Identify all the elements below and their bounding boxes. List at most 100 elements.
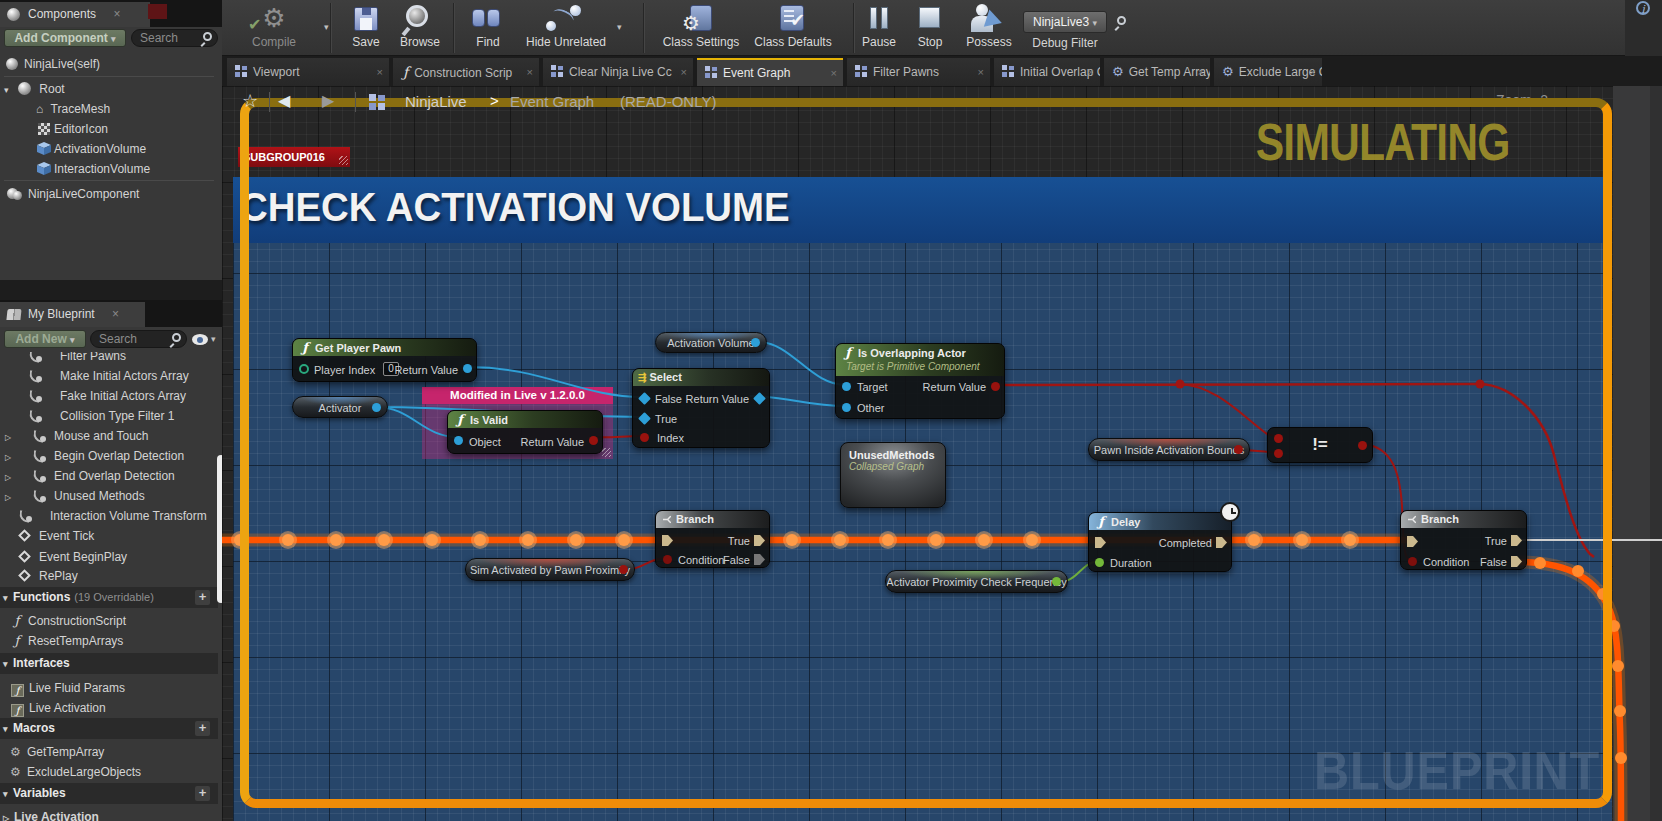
readonly-label: (READ-ONLY): [620, 93, 716, 110]
viewport-icon: [235, 65, 247, 77]
close-icon[interactable]: ×: [527, 58, 533, 86]
chevron-down-icon[interactable]: ▾: [211, 334, 216, 344]
close-icon[interactable]: ×: [1198, 58, 1204, 86]
expand-icon[interactable]: ▷: [5, 428, 14, 446]
tree-item-ninjalivecomponent[interactable]: NinjaLiveComponent: [0, 184, 218, 204]
add-function-button[interactable]: +: [195, 590, 210, 605]
function-icon: ƒ: [10, 631, 24, 651]
close-icon[interactable]: ×: [831, 60, 837, 86]
tab-initial-overlap[interactable]: Initial Overlap Che×: [994, 58, 1100, 86]
close-icon[interactable]: ×: [681, 58, 687, 86]
save-button[interactable]: Save: [344, 3, 388, 49]
hide-unrelated-options-icon[interactable]: ▾: [617, 22, 622, 32]
class-defaults-button[interactable]: ✔ Class Defaults: [750, 3, 836, 49]
section-variables[interactable]: ▾Variables+: [0, 783, 218, 804]
tree-item-root[interactable]: ▾ Root: [0, 79, 218, 99]
visibility-eye-icon[interactable]: [192, 334, 208, 345]
tab-construction-script[interactable]: ƒConstruction Scrip×: [393, 58, 539, 86]
list-item[interactable]: ▷Mouse and Touch: [0, 426, 218, 446]
tree-item-self[interactable]: NinjaLive(self): [0, 54, 218, 74]
pause-button[interactable]: Pause: [850, 3, 908, 49]
section-functions[interactable]: ▾Functions(19 Overridable)+: [0, 587, 218, 608]
add-macro-button[interactable]: +: [195, 721, 210, 736]
browse-button[interactable]: Browse: [394, 3, 446, 49]
forward-arrow-icon[interactable]: ▶: [322, 91, 334, 110]
tab-get-temp-array[interactable]: ⚙Get Temp Array×: [1104, 58, 1210, 86]
components-search-input[interactable]: Search: [131, 29, 218, 47]
list-item[interactable]: RePlay: [0, 566, 218, 586]
possess-button[interactable]: Possess: [958, 3, 1020, 49]
red-indicator: [148, 4, 167, 19]
expand-icon[interactable]: ▷: [5, 468, 14, 486]
info-search-icon[interactable]: i: [1636, 1, 1650, 15]
myblueprint-tab-row: My Blueprint ×: [0, 300, 222, 327]
debug-object-dropdown[interactable]: NinjaLive3 ▾: [1023, 11, 1107, 33]
stop-button[interactable]: Stop: [906, 3, 954, 49]
search-icon: [172, 333, 181, 342]
event-icon: [18, 550, 31, 563]
expand-icon[interactable]: ▷: [3, 809, 12, 821]
list-item[interactable]: ▷Unused Methods: [0, 486, 218, 506]
list-item[interactable]: ƒResetTempArrays: [0, 631, 218, 651]
add-new-button[interactable]: Add New ▾: [4, 330, 86, 348]
compile-options-icon[interactable]: ▾: [324, 22, 329, 32]
tree-item-editoricon[interactable]: EditorIcon: [0, 119, 218, 139]
tab-clear-ninja-live[interactable]: Clear Ninja Live Cc×: [543, 58, 693, 86]
spheres-icon2: [13, 191, 22, 200]
list-item[interactable]: Collision Type Filter 1: [0, 406, 218, 426]
close-icon[interactable]: ×: [1088, 58, 1094, 86]
find-button[interactable]: Find: [464, 3, 512, 49]
close-icon[interactable]: ×: [1310, 58, 1316, 86]
add-variable-button[interactable]: +: [195, 786, 210, 801]
list-item[interactable]: Filter Pawns: [0, 352, 218, 366]
expand-icon[interactable]: ▷: [5, 448, 14, 466]
list-item[interactable]: ⚙GetTempArray: [0, 742, 218, 762]
divider: [269, 92, 270, 112]
event-graph-canvas[interactable]: CHECK ACTIVATION VOLUME SUBGROUP016 SIMU…: [222, 86, 1662, 821]
list-item[interactable]: Event BeginPlay: [0, 547, 218, 567]
list-item[interactable]: ▷Begin Overlap Detection: [0, 446, 218, 466]
myblueprint-list: Filter Pawns Make Initial Actors Array F…: [0, 352, 222, 821]
tree-item-interactionvolume[interactable]: InteractionVolume: [0, 159, 218, 179]
tab-viewport[interactable]: Viewport×: [227, 58, 389, 86]
close-icon[interactable]: ×: [112, 307, 119, 321]
list-item[interactable]: Make Initial Actors Array: [0, 366, 218, 386]
close-icon[interactable]: ×: [978, 58, 984, 86]
list-item[interactable]: Fake Initial Actors Array: [0, 386, 218, 406]
compile-button[interactable]: ⚙✔ Compile: [234, 3, 314, 49]
list-item[interactable]: ▷End Overlap Detection: [0, 466, 218, 486]
components-tab-label: Components: [28, 7, 96, 21]
expand-icon[interactable]: ▷: [5, 488, 14, 506]
debug-search-icon[interactable]: [1117, 16, 1126, 25]
graph-icon: [28, 409, 42, 423]
tree-item-activationvolume[interactable]: ActivationVolume: [0, 139, 218, 159]
breadcrumb-root[interactable]: NinjaLive: [405, 93, 467, 110]
list-item[interactable]: ⚙ExcludeLargeObjects: [0, 762, 218, 782]
add-component-button[interactable]: Add Component ▾: [4, 29, 126, 47]
expand-icon[interactable]: ▾: [4, 80, 14, 99]
back-arrow-icon[interactable]: ◀: [278, 91, 290, 110]
graph-icon: [32, 429, 46, 443]
favorite-star-icon[interactable]: ☆: [242, 90, 258, 112]
breadcrumb-page[interactable]: Event Graph: [510, 93, 594, 110]
close-icon[interactable]: ×: [377, 58, 383, 86]
variable-category[interactable]: ▷Live Activation: [0, 807, 218, 821]
hide-unrelated-button[interactable]: Hide Unrelated: [518, 3, 614, 49]
tab-filter-pawns[interactable]: Filter Pawns×: [847, 58, 990, 86]
list-item[interactable]: Event Tick: [0, 526, 218, 546]
tree-item-tracemesh[interactable]: ⌂ TraceMesh: [0, 99, 218, 119]
section-macros[interactable]: ▾Macros+: [0, 718, 218, 739]
class-settings-button[interactable]: ⚙ Class Settings: [658, 3, 744, 49]
section-interfaces[interactable]: ▾Interfaces: [0, 653, 218, 674]
tab-components[interactable]: Components ×: [0, 2, 150, 27]
blueprint-icon: [369, 94, 385, 110]
list-item[interactable]: ƒLive Fluid Params: [0, 678, 218, 698]
tab-exclude-large-objects[interactable]: ⚙Exclude Large Obje×: [1214, 58, 1322, 86]
list-item[interactable]: ƒLive Activation: [0, 698, 218, 718]
myblueprint-search-input[interactable]: Search: [90, 330, 187, 348]
tab-event-graph[interactable]: Event Graph×: [697, 58, 843, 86]
list-item[interactable]: Interaction Volume Transform: [0, 506, 218, 526]
close-icon[interactable]: ×: [113, 7, 120, 21]
tab-my-blueprint[interactable]: My Blueprint ×: [0, 302, 145, 327]
list-item[interactable]: ƒConstructionScript: [0, 611, 218, 631]
